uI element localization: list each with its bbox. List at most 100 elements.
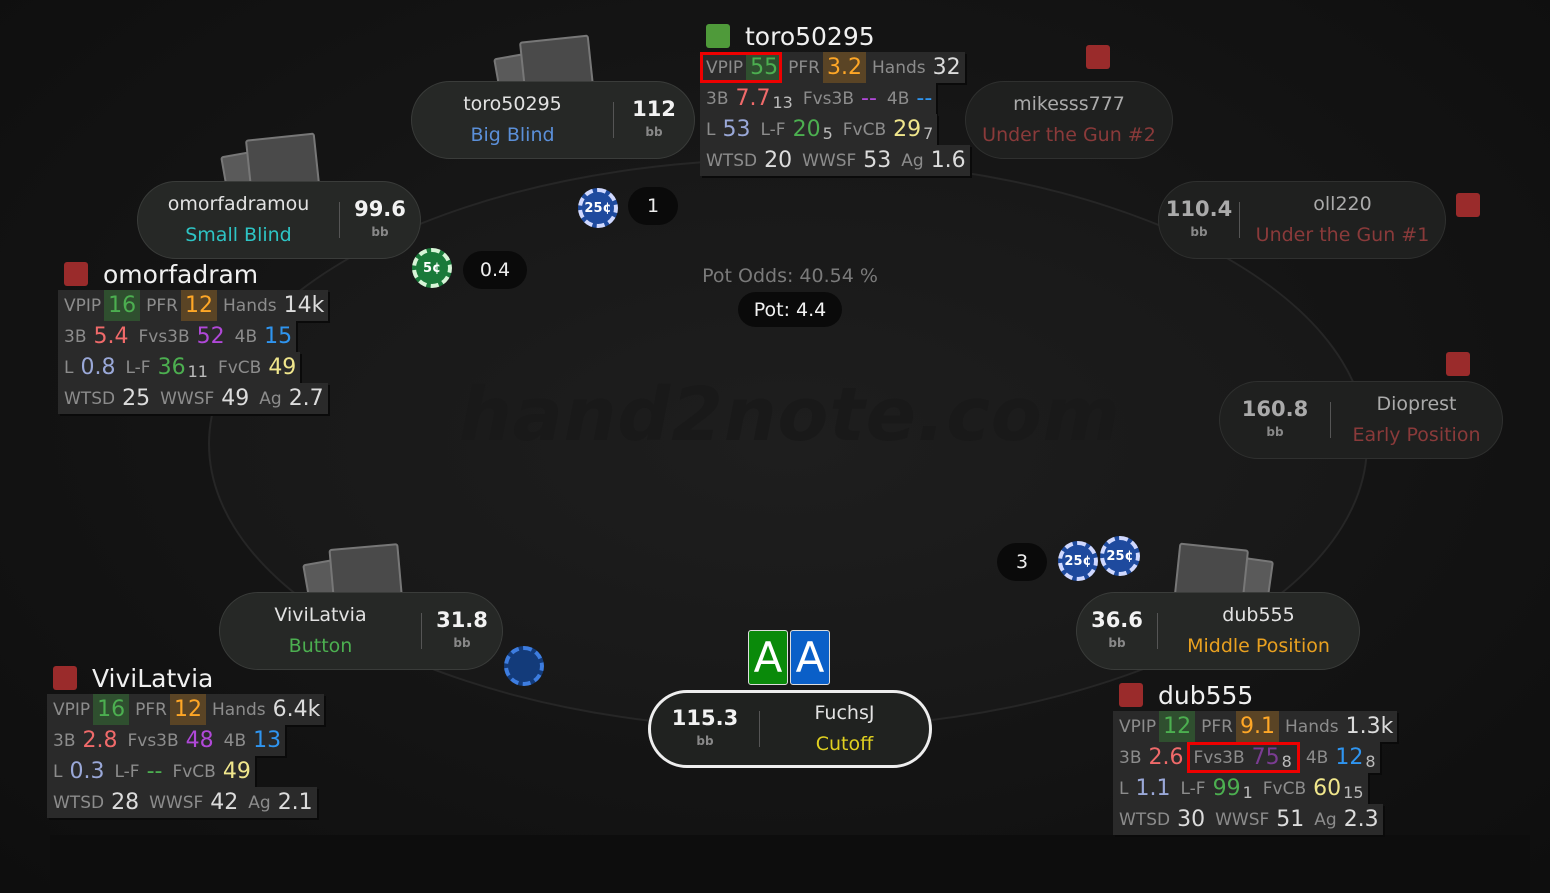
hud-player-name: omorfadram bbox=[103, 259, 259, 289]
stat-vpip: 16 bbox=[104, 290, 141, 321]
seat-hero-cutoff[interactable]: 115.3 bb FuchsJ Cutoff bbox=[648, 690, 932, 768]
seat-small-blind[interactable]: omorfadramou Small Blind 99.6 bb bbox=[137, 181, 421, 259]
stat-label: Hands bbox=[223, 295, 277, 316]
player-name: mikesss777 bbox=[1013, 93, 1125, 115]
stat-label: VPIP bbox=[64, 295, 102, 316]
player-position: Under the Gun #2 bbox=[982, 124, 1156, 146]
player-color-tag[interactable] bbox=[53, 666, 77, 690]
seat-early-position[interactable]: 160.8 bb Dioprest Early Position bbox=[1219, 381, 1503, 459]
stat-limp-fold: 99 bbox=[1212, 776, 1241, 801]
stat-label: 3B bbox=[53, 730, 76, 751]
player-color-tag[interactable] bbox=[706, 24, 730, 48]
stat-sample: 7 bbox=[923, 124, 934, 143]
hud-panel[interactable]: toro50295 VPIP 55 PFR 3.2 Hands 32 3B 7.7 13 … bbox=[700, 20, 970, 176]
seat-button[interactable]: ViviLatvia Button 31.8 bb bbox=[219, 592, 503, 670]
stat-wtsd: 20 bbox=[764, 148, 793, 173]
stack-size: 115.3 bbox=[671, 705, 739, 730]
hud-panel[interactable]: ViviLatvia VPIP 16 PFR 12 Hands 6.4k 3B 2.8 … bbox=[47, 662, 325, 818]
stat-vpip: 55 bbox=[746, 52, 783, 83]
player-position: Big Blind bbox=[470, 124, 555, 146]
stat-label: Fvs3B bbox=[802, 88, 855, 109]
stat-label: L-F bbox=[114, 761, 140, 782]
stat-label: FvCB bbox=[172, 761, 216, 782]
hud-panel[interactable]: dub555 VPIP 12 PFR 9.1 Hands 1.3k 3B 2.6 Fvs… bbox=[1113, 679, 1398, 835]
stack-unit: bb bbox=[1190, 224, 1208, 239]
stack-size: 31.8 bbox=[436, 607, 488, 632]
stat-label: 4B bbox=[1305, 747, 1329, 768]
stat-label: WTSD bbox=[64, 388, 116, 409]
stat-label: PFR bbox=[1201, 716, 1233, 737]
stack-unit: bb bbox=[1266, 424, 1284, 439]
stat-label: WWSF bbox=[1215, 809, 1270, 830]
seat-utg1[interactable]: 110.4 bb oll220 Under the Gun #1 bbox=[1158, 181, 1446, 259]
chip-stack: 25¢ bbox=[1058, 541, 1098, 581]
bet-amount: 0.4 bbox=[463, 251, 527, 289]
stat-pfr: 12 bbox=[170, 694, 206, 725]
stat-label: 4B bbox=[886, 88, 910, 109]
stat-label: Ag bbox=[259, 388, 282, 409]
chip-stack: 25¢ bbox=[1100, 536, 1140, 576]
seat-middle-position[interactable]: 36.6 bb dub555 Middle Position bbox=[1076, 592, 1360, 670]
player-color-tag[interactable] bbox=[64, 262, 88, 286]
player-color-tag[interactable] bbox=[1086, 45, 1110, 69]
stat-aggression: 2.1 bbox=[277, 790, 313, 815]
stat-fold-vs-cbet: 49 bbox=[268, 355, 297, 380]
stat-label: L-F bbox=[760, 119, 786, 140]
stat-label: Fvs3B bbox=[127, 730, 179, 751]
stat-label: FvCB bbox=[1262, 778, 1307, 799]
stat-4bet: 15 bbox=[264, 324, 293, 349]
player-name: dub555 bbox=[1222, 604, 1295, 626]
stat-label: Fvs3B bbox=[138, 326, 190, 347]
stat-label: WWSF bbox=[802, 150, 857, 171]
stat-pfr: 3.2 bbox=[823, 52, 866, 83]
stat-label: Fvs3B bbox=[1193, 747, 1245, 768]
stat-limp-fold: 36 bbox=[157, 355, 186, 380]
stat-label: VPIP bbox=[53, 699, 91, 720]
stat-wtsd: 28 bbox=[111, 790, 140, 815]
stat-label: 3B bbox=[64, 326, 87, 347]
stack-unit: bb bbox=[453, 635, 471, 650]
stat-label: PFR bbox=[146, 295, 178, 316]
stat-label: 3B bbox=[706, 88, 729, 109]
seat-utg2[interactable]: mikesss777 Under the Gun #2 bbox=[965, 81, 1173, 159]
stat-limp-fold: 20 bbox=[792, 117, 821, 142]
stat-sample: 8 bbox=[1281, 752, 1292, 771]
stat-pfr: 12 bbox=[181, 290, 217, 321]
stat-wwsf: 51 bbox=[1276, 807, 1305, 832]
stat-3bet: 2.8 bbox=[82, 728, 118, 753]
stat-vpip: 12 bbox=[1159, 711, 1196, 742]
seat-big-blind[interactable]: toro50295 Big Blind 112 bb bbox=[411, 81, 695, 159]
stat-4bet: 12 bbox=[1335, 745, 1364, 770]
stat-label: WTSD bbox=[53, 792, 105, 813]
hero-card: A bbox=[790, 630, 830, 685]
stat-label: Hands bbox=[1285, 716, 1339, 737]
stat-sample: 1 bbox=[1242, 783, 1253, 802]
bet-amount: 3 bbox=[997, 543, 1047, 581]
player-color-tag[interactable] bbox=[1119, 683, 1143, 707]
player-position: Button bbox=[288, 635, 353, 657]
stat-hands: 14k bbox=[283, 293, 325, 318]
player-position: Cutoff bbox=[815, 733, 874, 755]
stat-label: L bbox=[64, 357, 74, 378]
stat-limp: 53 bbox=[722, 117, 751, 142]
hud-panel[interactable]: omorfadram VPIP 16 PFR 12 Hands 14k 3B 5.4 F… bbox=[58, 258, 329, 414]
player-name: ViviLatvia bbox=[274, 604, 367, 626]
player-color-tag[interactable] bbox=[1446, 352, 1470, 376]
stat-aggression: 2.7 bbox=[288, 386, 324, 411]
stat-label: Ag bbox=[248, 792, 271, 813]
stat-sample: 11 bbox=[187, 362, 208, 381]
stat-limp: 1.1 bbox=[1135, 776, 1171, 801]
stat-label: FvCB bbox=[842, 119, 887, 140]
player-color-tag[interactable] bbox=[1456, 193, 1480, 217]
stat-label: PFR bbox=[788, 57, 820, 78]
floor bbox=[50, 835, 1530, 893]
stat-wtsd: 30 bbox=[1177, 807, 1206, 832]
stat-limp: 0.8 bbox=[80, 355, 116, 380]
stat-4bet: 13 bbox=[253, 728, 282, 753]
stat-label: Hands bbox=[212, 699, 266, 720]
stat-limp-fold: -- bbox=[146, 759, 163, 784]
chip-stack: 25¢ bbox=[578, 188, 618, 228]
stat-sample: 5 bbox=[822, 124, 833, 143]
player-position: Early Position bbox=[1352, 424, 1481, 446]
stat-label: WWSF bbox=[160, 388, 215, 409]
